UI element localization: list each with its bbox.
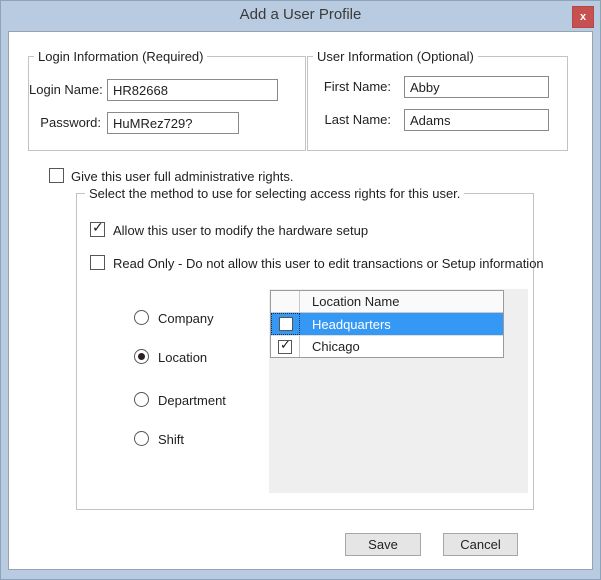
modify-hardware-checkbox[interactable]: [90, 220, 105, 237]
radio-location-label: Location: [158, 350, 208, 365]
dialog-content: Login Information (Required) Login Name:…: [8, 31, 593, 570]
close-button[interactable]: x: [572, 6, 594, 28]
add-user-profile-dialog: Add a User Profile x Login Information (…: [0, 0, 601, 580]
login-name-label: Login Name:: [29, 82, 103, 97]
modify-hardware-label: Allow this user to modify the hardware s…: [113, 223, 369, 238]
login-info-group: Login Information (Required): [28, 49, 306, 151]
read-only-label: Read Only - Do not allow this user to ed…: [113, 256, 544, 271]
save-button-label: Save: [368, 537, 398, 552]
first-name-input[interactable]: [404, 76, 549, 98]
titlebar[interactable]: Add a User Profile x: [1, 1, 600, 31]
headquarters-name[interactable]: Headquarters: [300, 313, 503, 335]
chicago-checkbox-cell[interactable]: [271, 336, 300, 357]
grid-header-checkbox-cell: [271, 291, 300, 312]
save-button[interactable]: Save: [345, 533, 421, 556]
locations-panel: Location Name Headquarters Chicago: [269, 289, 528, 493]
password-input[interactable]: [107, 112, 239, 134]
first-name-label: First Name:: [323, 79, 391, 94]
radio-company[interactable]: [134, 310, 149, 325]
radio-shift[interactable]: [134, 431, 149, 446]
locations-grid: Location Name Headquarters Chicago: [270, 290, 504, 358]
access-method-group: Select the method to use for selecting a…: [76, 186, 544, 510]
login-name-input[interactable]: [107, 79, 278, 101]
grid-row-chicago[interactable]: Chicago: [271, 335, 503, 357]
last-name-label: Last Name:: [324, 112, 391, 127]
user-group-title: User Information (Optional): [313, 49, 478, 64]
chicago-checkbox[interactable]: [278, 338, 292, 354]
password-label: Password:: [40, 115, 101, 130]
radio-department[interactable]: [134, 392, 149, 407]
headquarters-checkbox-cell[interactable]: [271, 313, 300, 335]
user-info-group: User Information (Optional): [307, 49, 568, 151]
admin-rights-checkbox[interactable]: [49, 168, 64, 183]
cancel-button[interactable]: Cancel: [443, 533, 518, 556]
admin-rights-label: Give this user full administrative right…: [71, 169, 294, 184]
access-method-group-title: Select the method to use for selecting a…: [85, 186, 465, 201]
headquarters-checkbox[interactable]: [278, 317, 293, 331]
close-icon: x: [579, 11, 587, 23]
radio-shift-label: Shift: [158, 432, 185, 447]
grid-row-headquarters[interactable]: Headquarters: [271, 313, 503, 335]
last-name-input[interactable]: [404, 109, 549, 131]
cancel-button-label: Cancel: [460, 537, 501, 552]
radio-company-label: Company: [158, 311, 214, 326]
dialog-title: Add a User Profile: [239, 6, 362, 23]
radio-location[interactable]: [134, 349, 149, 364]
radio-department-label: Department: [158, 393, 226, 408]
chicago-name[interactable]: Chicago: [300, 336, 503, 357]
login-group-title: Login Information (Required): [34, 49, 208, 64]
grid-header-row: Location Name: [271, 291, 503, 313]
read-only-checkbox[interactable]: [90, 255, 105, 270]
grid-header-location-name: Location Name: [312, 294, 400, 309]
